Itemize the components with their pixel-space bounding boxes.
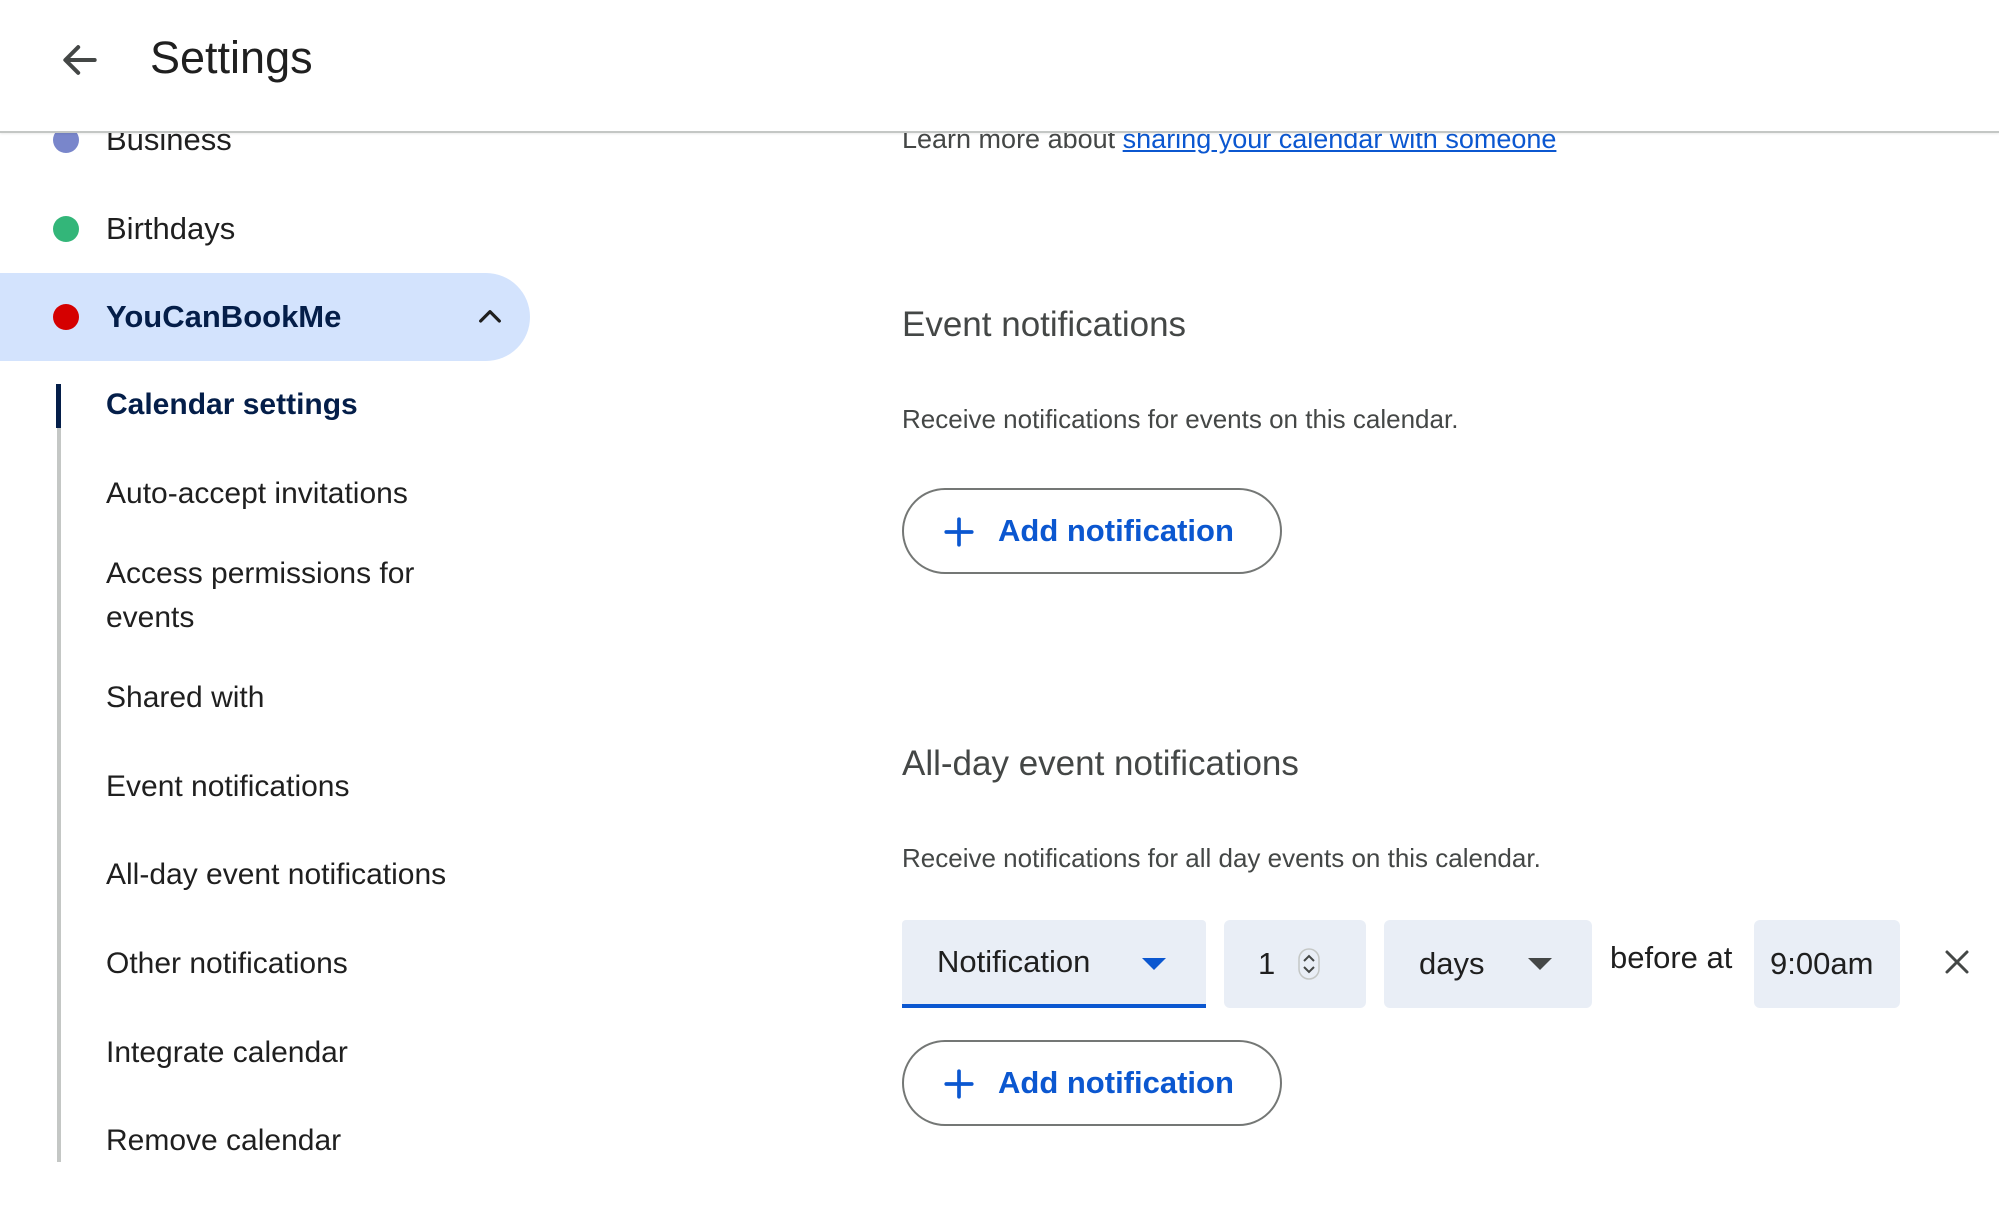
calendar-color-dot xyxy=(53,216,79,242)
sidebar-item-access-permissions[interactable]: Access permissions for events xyxy=(106,552,446,640)
add-event-notification-button[interactable]: Add notification xyxy=(902,488,1282,574)
stepper-arrows-icon[interactable] xyxy=(1298,948,1320,980)
settings-main: Learn more about sharing your calendar w… xyxy=(902,0,1999,1210)
sidebar-item-remove-calendar[interactable]: Remove calendar xyxy=(106,1119,506,1163)
notification-type-value: Notification xyxy=(937,944,1091,979)
sidebar-item-integrate-calendar[interactable]: Integrate calendar xyxy=(106,1031,506,1075)
calendar-item-birthdays[interactable]: Birthdays xyxy=(0,185,530,273)
notification-time-field[interactable]: 9:00am xyxy=(1754,920,1900,1008)
notification-amount-value: 1 xyxy=(1258,946,1276,981)
add-notification-label: Add notification xyxy=(998,513,1234,548)
event-notifications-title: Event notifications xyxy=(902,305,1187,344)
settings-sidebar: Business Birthdays YouCanBookMe Calendar… xyxy=(0,0,560,1210)
submenu-active-indicator xyxy=(56,384,61,428)
add-notification-label: Add notification xyxy=(998,1065,1234,1100)
sidebar-item-event-notifications[interactable]: Event notifications xyxy=(106,765,506,809)
add-allday-notification-button[interactable]: Add notification xyxy=(902,1040,1282,1126)
calendar-item-label: YouCanBookMe xyxy=(106,299,342,334)
submenu-guide-line xyxy=(57,384,61,1162)
plus-icon xyxy=(944,517,974,547)
notification-type-select[interactable]: Notification xyxy=(902,920,1206,1008)
sidebar-item-other-notifications[interactable]: Other notifications xyxy=(106,942,506,986)
remove-notification-close-icon[interactable] xyxy=(1932,937,1982,987)
before-at-label: before at xyxy=(1610,940,1733,975)
plus-icon xyxy=(944,1069,974,1099)
sidebar-item-auto-accept-invitations[interactable]: Auto-accept invitations xyxy=(106,472,506,516)
sidebar-item-calendar-settings[interactable]: Calendar settings xyxy=(106,383,506,427)
calendar-color-dot xyxy=(53,304,79,330)
sidebar-item-shared-with[interactable]: Shared with xyxy=(106,676,506,720)
page-title: Settings xyxy=(150,32,313,83)
notification-amount-stepper[interactable]: 1 xyxy=(1224,920,1366,1008)
sidebar-item-all-day-event-notifications[interactable]: All-day event notifications xyxy=(106,853,506,897)
dropdown-arrow-icon xyxy=(1142,958,1166,970)
allday-notifications-description: Receive notifications for all day events… xyxy=(902,843,1541,873)
notification-unit-select[interactable]: days xyxy=(1384,920,1592,1008)
calendar-item-label: Birthdays xyxy=(106,211,236,246)
notification-unit-value: days xyxy=(1419,946,1485,981)
app-header: Settings xyxy=(0,0,1999,133)
calendar-item-youcanbookme[interactable]: YouCanBookMe xyxy=(0,273,530,361)
allday-notifications-title: All-day event notifications xyxy=(902,744,1299,783)
dropdown-arrow-icon xyxy=(1528,958,1552,970)
event-notifications-description: Receive notifications for events on this… xyxy=(902,404,1459,434)
chevron-up-icon[interactable] xyxy=(470,297,510,337)
arrow-back-icon[interactable] xyxy=(48,28,112,92)
notification-time-value: 9:00am xyxy=(1770,946,1874,981)
